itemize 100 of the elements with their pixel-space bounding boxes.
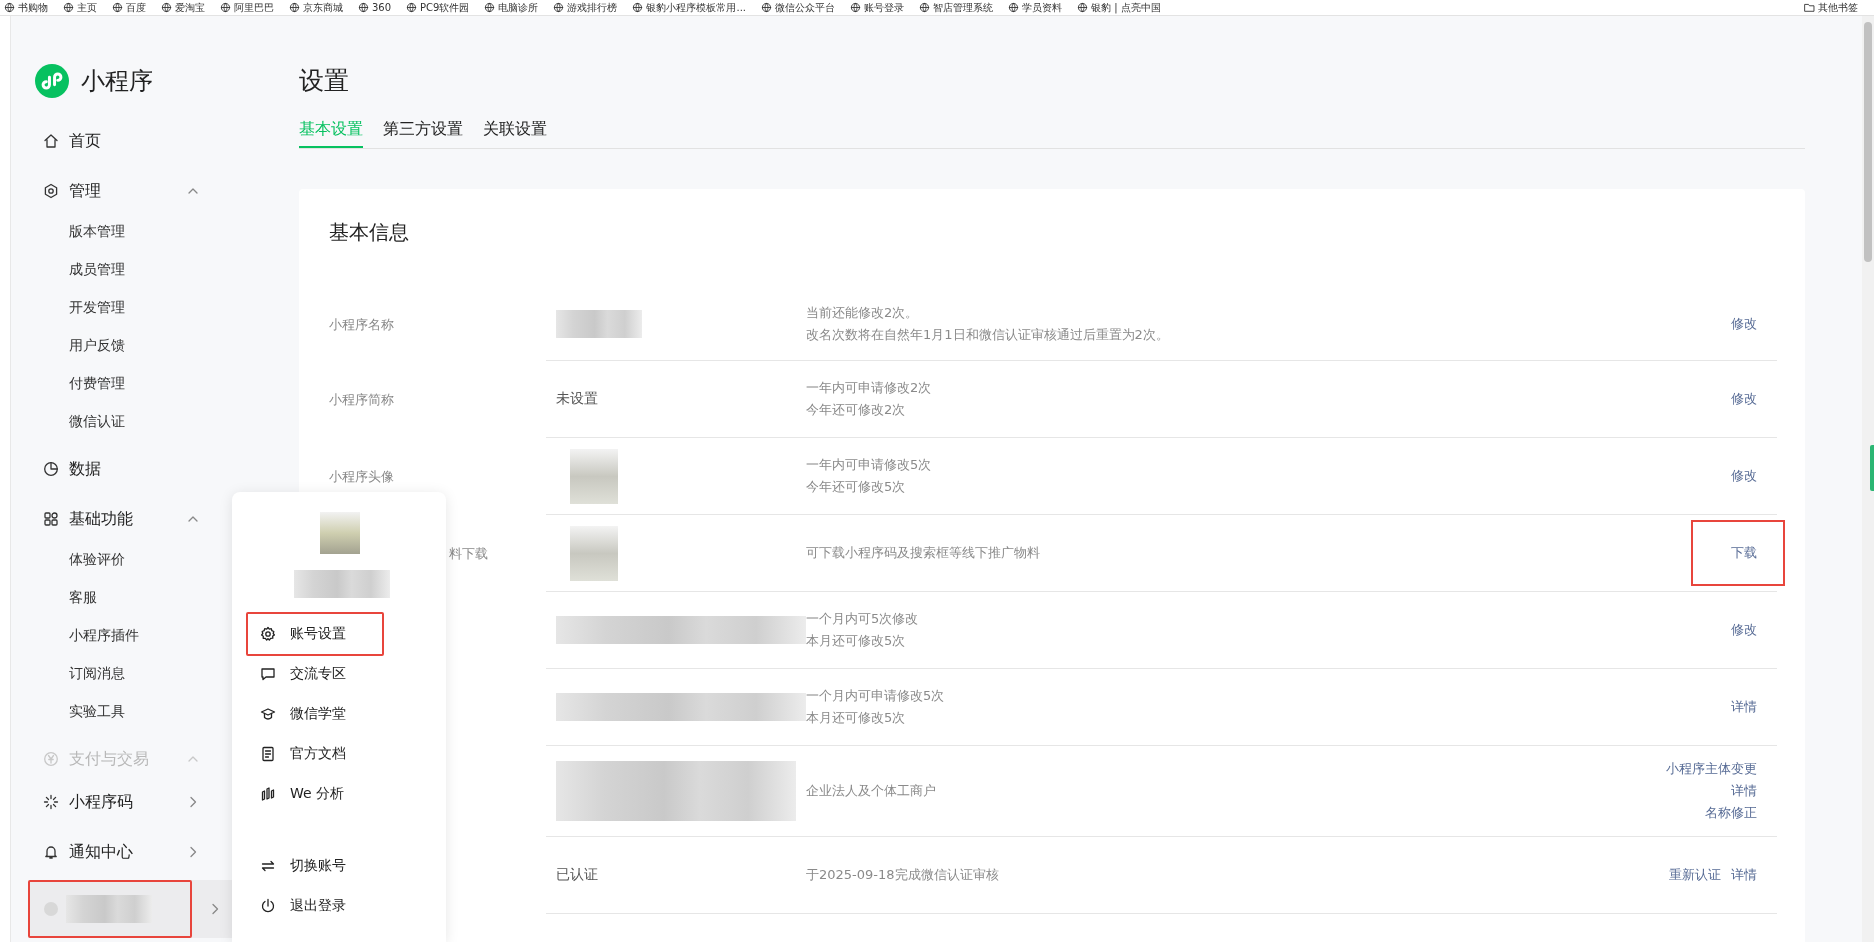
field-description: 改名次数将在自然年1月1日和微信认证审核通过后重置为2次。 <box>806 326 1170 344</box>
avatar-placeholder <box>320 512 360 554</box>
field-description: 当前还能修改2次。 <box>806 304 920 322</box>
field-description: 一个月内可申请修改5次 <box>806 687 946 705</box>
field-description: 企业法人及个体工商户 <box>806 782 937 800</box>
field-label: 小程序简称 <box>329 390 394 409</box>
action-link[interactable]: 下载 <box>1731 544 1757 562</box>
action-link[interactable]: 详情 <box>1731 698 1757 716</box>
bookmark-link[interactable]: PC9软件园 <box>406 0 470 15</box>
field-description: 今年还可修改2次 <box>806 401 907 419</box>
tab[interactable]: 第三方设置 <box>383 119 463 148</box>
bell-icon <box>43 844 59 860</box>
nav-item[interactable]: 数据 <box>11 448 291 490</box>
globe-icon <box>112 2 123 13</box>
action-link[interactable]: 小程序主体变更 <box>1666 758 1757 780</box>
globe-icon <box>220 2 231 13</box>
field-description: 本月还可修改5次 <box>806 709 907 727</box>
bookmark-link[interactable]: 书购物 <box>4 0 48 15</box>
field-description: 可下载小程序码及搜索框等线下推广物料 <box>806 544 1041 562</box>
field-label: 小程序头像 <box>329 467 394 486</box>
nav-subitem[interactable]: 微信认证 <box>11 402 291 440</box>
action-link[interactable]: 修改 <box>1731 315 1757 333</box>
bookmark-link[interactable]: 百度 <box>112 0 146 15</box>
field-label: 料下载 <box>449 544 488 563</box>
bookmark-link[interactable]: 游戏排行榜 <box>553 0 618 15</box>
globe-icon <box>553 2 565 13</box>
hexagon-gear-icon <box>43 183 59 199</box>
globe-icon <box>484 2 496 13</box>
field-description: 今年还可修改5次 <box>806 478 907 496</box>
field-description: 一年内可申请修改2次 <box>806 379 933 397</box>
chat-bubble-icon <box>260 666 276 682</box>
nav-subitem[interactable]: 用户反馈 <box>11 326 291 364</box>
bookmark-link[interactable]: 微信公众平台 <box>761 0 835 15</box>
power-icon <box>260 898 276 914</box>
image-placeholder <box>570 525 618 581</box>
action-link[interactable]: 重新认证 <box>1669 866 1721 884</box>
nav-subitem[interactable]: 开发管理 <box>11 288 291 326</box>
bookmark-link[interactable]: 账号登录 <box>850 0 904 15</box>
section-title: 基本信息 <box>329 219 410 246</box>
action-link[interactable]: 修改 <box>1731 467 1757 485</box>
field-description: 于2025-09-18完成微信认证审核 <box>806 866 1000 884</box>
field-description: 一年内可申请修改5次 <box>806 456 933 474</box>
field-value: 未设置 <box>556 390 598 406</box>
bookmark-link[interactable]: 京东商城 <box>289 0 343 15</box>
bookmark-link[interactable]: 主页 <box>63 0 97 15</box>
nav-subitem[interactable]: 版本管理 <box>11 212 291 250</box>
graduation-cap-icon <box>260 706 276 722</box>
yen-coin-icon <box>43 751 59 767</box>
grid-icon <box>43 511 59 527</box>
field-description: 本月还可修改5次 <box>806 632 907 650</box>
globe-icon <box>761 2 772 13</box>
nav-item[interactable]: 管理 <box>11 170 291 212</box>
tab[interactable]: 关联设置 <box>483 119 547 148</box>
field-value: 已认证 <box>556 866 598 882</box>
bookmark-link[interactable]: 爱淘宝 <box>161 0 205 15</box>
globe-icon <box>919 2 930 13</box>
folder-icon <box>1804 2 1815 13</box>
home-icon <box>43 133 59 149</box>
bookmark-link[interactable]: 学员资料 <box>1008 0 1062 15</box>
field-description: 一个月内可5次修改 <box>806 610 920 628</box>
scrollbar-thumb[interactable] <box>1864 22 1872 262</box>
app-name: 小程序 <box>81 66 153 97</box>
nav-item[interactable]: 基础功能 <box>11 498 291 540</box>
action-link[interactable]: 名称修正 <box>1705 802 1757 824</box>
bookmark-link[interactable]: 电脑诊所 <box>484 0 539 15</box>
globe-icon <box>1077 2 1088 13</box>
scrollbar[interactable] <box>1862 16 1874 942</box>
bookmark-link[interactable]: 银豹小程序模板常用... <box>632 0 746 15</box>
action-link[interactable]: 详情 <box>1731 866 1757 884</box>
pie-chart-icon <box>43 461 59 477</box>
nav-item[interactable]: 首页 <box>11 120 291 162</box>
sparkle-icon <box>43 794 59 810</box>
globe-icon <box>850 2 861 13</box>
action-link[interactable]: 详情 <box>1731 780 1757 802</box>
swap-arrows-icon <box>260 858 276 874</box>
field-label: 小程序名称 <box>329 315 394 334</box>
side-handle[interactable] <box>1870 445 1874 491</box>
globe-icon <box>1008 2 1019 13</box>
globe-icon <box>4 2 15 13</box>
bar-chart-icon <box>260 786 276 802</box>
globe-icon <box>358 2 369 13</box>
globe-icon <box>161 2 172 13</box>
bookmark-link[interactable]: 银豹 | 点亮中国 <box>1077 0 1161 15</box>
globe-icon <box>406 2 418 13</box>
document-icon <box>260 746 276 762</box>
bookmark-folder[interactable]: 其他书签 <box>1804 0 1858 15</box>
globe-icon <box>632 2 644 13</box>
bookmark-link[interactable]: 智店管理系统 <box>919 0 993 15</box>
nav-subitem[interactable]: 成员管理 <box>11 250 291 288</box>
menu-item[interactable]: 账号设置 <box>246 612 384 656</box>
bookmark-link[interactable]: 阿里巴巴 <box>220 0 274 15</box>
globe-icon <box>63 2 74 13</box>
bookmark-link[interactable]: 360 <box>358 2 392 13</box>
globe-icon <box>289 2 300 13</box>
nav-subitem[interactable]: 付费管理 <box>11 364 291 402</box>
action-link[interactable]: 修改 <box>1731 390 1757 408</box>
app-logo-icon <box>35 64 69 98</box>
page-title: 设置 <box>299 65 350 97</box>
settings-icon <box>260 626 276 642</box>
action-link[interactable]: 修改 <box>1731 621 1757 639</box>
